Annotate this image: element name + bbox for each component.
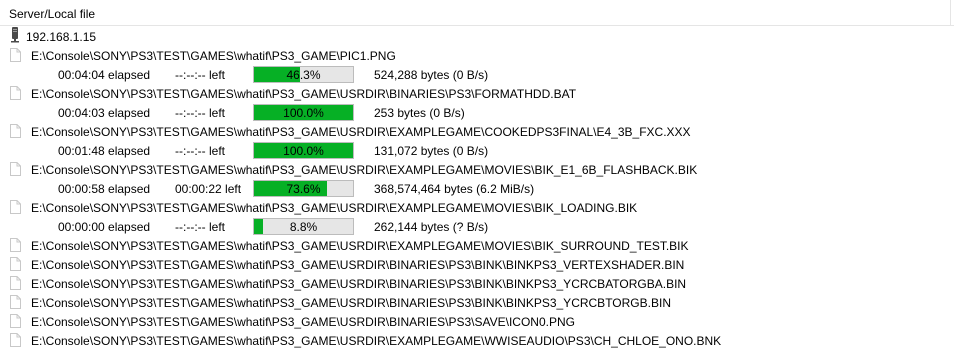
progress-percent: 100.0% [283, 144, 324, 158]
transfer-file-row[interactable]: E:\Console\SONY\PS3\TEST\GAMES\whatif\PS… [0, 122, 956, 141]
queued-file-row[interactable]: E:\Console\SONY\PS3\TEST\GAMES\whatif\PS… [0, 312, 956, 331]
server-address: 192.168.1.15 [26, 30, 97, 44]
transfer-progress-row[interactable]: 00:04:04 elapsed --:--:-- left 46.3% 524,28… [0, 65, 956, 84]
progress-bar: 8.8% [253, 218, 354, 235]
time-left: --:--:-- left [175, 68, 225, 82]
file-icon [10, 200, 21, 214]
column-header[interactable]: Server/Local file [0, 0, 954, 26]
queued-file-row[interactable]: E:\Console\SONY\PS3\TEST\GAMES\whatif\PS… [0, 255, 956, 274]
server-icon [10, 27, 20, 43]
file-path: E:\Console\SONY\PS3\TEST\GAMES\whatif\PS… [31, 239, 689, 253]
server-row[interactable]: 192.168.1.15 [0, 27, 956, 45]
elapsed-time: 00:00:00 elapsed [58, 220, 151, 234]
transfer-progress-row[interactable]: 00:00:00 elapsed --:--:-- left 8.8% 262,144… [0, 217, 956, 236]
file-icon [10, 276, 21, 290]
progress-bar: 100.0% [253, 142, 354, 159]
transfer-file-row[interactable]: E:\Console\SONY\PS3\TEST\GAMES\whatif\PS… [0, 84, 956, 103]
file-path: E:\Console\SONY\PS3\TEST\GAMES\whatif\PS… [31, 163, 698, 177]
file-path: E:\Console\SONY\PS3\TEST\GAMES\whatif\PS… [31, 201, 638, 215]
file-path: E:\Console\SONY\PS3\TEST\GAMES\whatif\PS… [31, 334, 722, 348]
progress-bar: 73.6% [253, 180, 354, 197]
progress-percent: 46.3% [286, 68, 321, 82]
file-icon [10, 333, 21, 347]
file-icon [10, 124, 21, 138]
file-path: E:\Console\SONY\PS3\TEST\GAMES\whatif\PS… [31, 296, 671, 310]
queued-file-row[interactable]: E:\Console\SONY\PS3\TEST\GAMES\whatif\PS… [0, 293, 956, 312]
file-icon [10, 238, 21, 252]
bytes-transferred: 262,144 bytes (? B/s) [374, 220, 489, 234]
file-icon [10, 314, 21, 328]
column-separator[interactable] [950, 0, 951, 25]
queued-file-row[interactable]: E:\Console\SONY\PS3\TEST\GAMES\whatif\PS… [0, 331, 956, 350]
transfer-file-row[interactable]: E:\Console\SONY\PS3\TEST\GAMES\whatif\PS… [0, 198, 956, 217]
transfer-file-row[interactable]: E:\Console\SONY\PS3\TEST\GAMES\whatif\PS… [0, 46, 956, 65]
file-path: E:\Console\SONY\PS3\TEST\GAMES\whatif\PS… [31, 277, 687, 291]
progress-bar: 100.0% [253, 104, 354, 121]
elapsed-time: 00:00:58 elapsed [58, 182, 151, 196]
file-icon [10, 295, 21, 309]
time-left: --:--:-- left [175, 220, 225, 234]
file-path: E:\Console\SONY\PS3\TEST\GAMES\whatif\PS… [31, 125, 691, 139]
progress-percent: 100.0% [283, 106, 324, 120]
file-icon [10, 257, 21, 271]
file-icon [10, 86, 21, 100]
elapsed-time: 00:01:48 elapsed [58, 144, 151, 158]
file-path: E:\Console\SONY\PS3\TEST\GAMES\whatif\PS… [31, 258, 685, 272]
time-left: --:--:-- left [175, 106, 225, 120]
elapsed-time: 00:04:03 elapsed [58, 106, 151, 120]
progress-bar: 46.3% [253, 66, 354, 83]
queue-list[interactable]: E:\Console\SONY\PS3\TEST\GAMES\whatif\PS… [0, 46, 956, 350]
progress-percent: 8.8% [289, 220, 318, 234]
bytes-transferred: 524,288 bytes (0 B/s) [374, 68, 489, 82]
elapsed-time: 00:04:04 elapsed [58, 68, 151, 82]
transfer-progress-row[interactable]: 00:04:03 elapsed --:--:-- left 100.0% 253 b… [0, 103, 956, 122]
file-icon [10, 162, 21, 176]
transfer-progress-row[interactable]: 00:01:48 elapsed --:--:-- left 100.0% 131,0… [0, 141, 956, 160]
bytes-transferred: 253 bytes (0 B/s) [374, 106, 465, 120]
file-path: E:\Console\SONY\PS3\TEST\GAMES\whatif\PS… [31, 87, 577, 101]
file-path: E:\Console\SONY\PS3\TEST\GAMES\whatif\PS… [31, 315, 575, 329]
progress-percent: 73.6% [286, 182, 321, 196]
column-title: Server/Local file [9, 7, 96, 21]
file-path: E:\Console\SONY\PS3\TEST\GAMES\whatif\PS… [31, 49, 396, 63]
time-left: 00:00:22 left [175, 182, 242, 196]
time-left: --:--:-- left [175, 144, 225, 158]
bytes-transferred: 131,072 bytes (0 B/s) [374, 144, 489, 158]
transfer-file-row[interactable]: E:\Console\SONY\PS3\TEST\GAMES\whatif\PS… [0, 160, 956, 179]
queued-file-row[interactable]: E:\Console\SONY\PS3\TEST\GAMES\whatif\PS… [0, 274, 956, 293]
queued-file-row[interactable]: E:\Console\SONY\PS3\TEST\GAMES\whatif\PS… [0, 236, 956, 255]
transfer-progress-row[interactable]: 00:00:58 elapsed 00:00:22 left 73.6% 368,57… [0, 179, 956, 198]
file-icon [10, 48, 21, 62]
bytes-transferred: 368,574,464 bytes (6.2 MiB/s) [374, 182, 535, 196]
